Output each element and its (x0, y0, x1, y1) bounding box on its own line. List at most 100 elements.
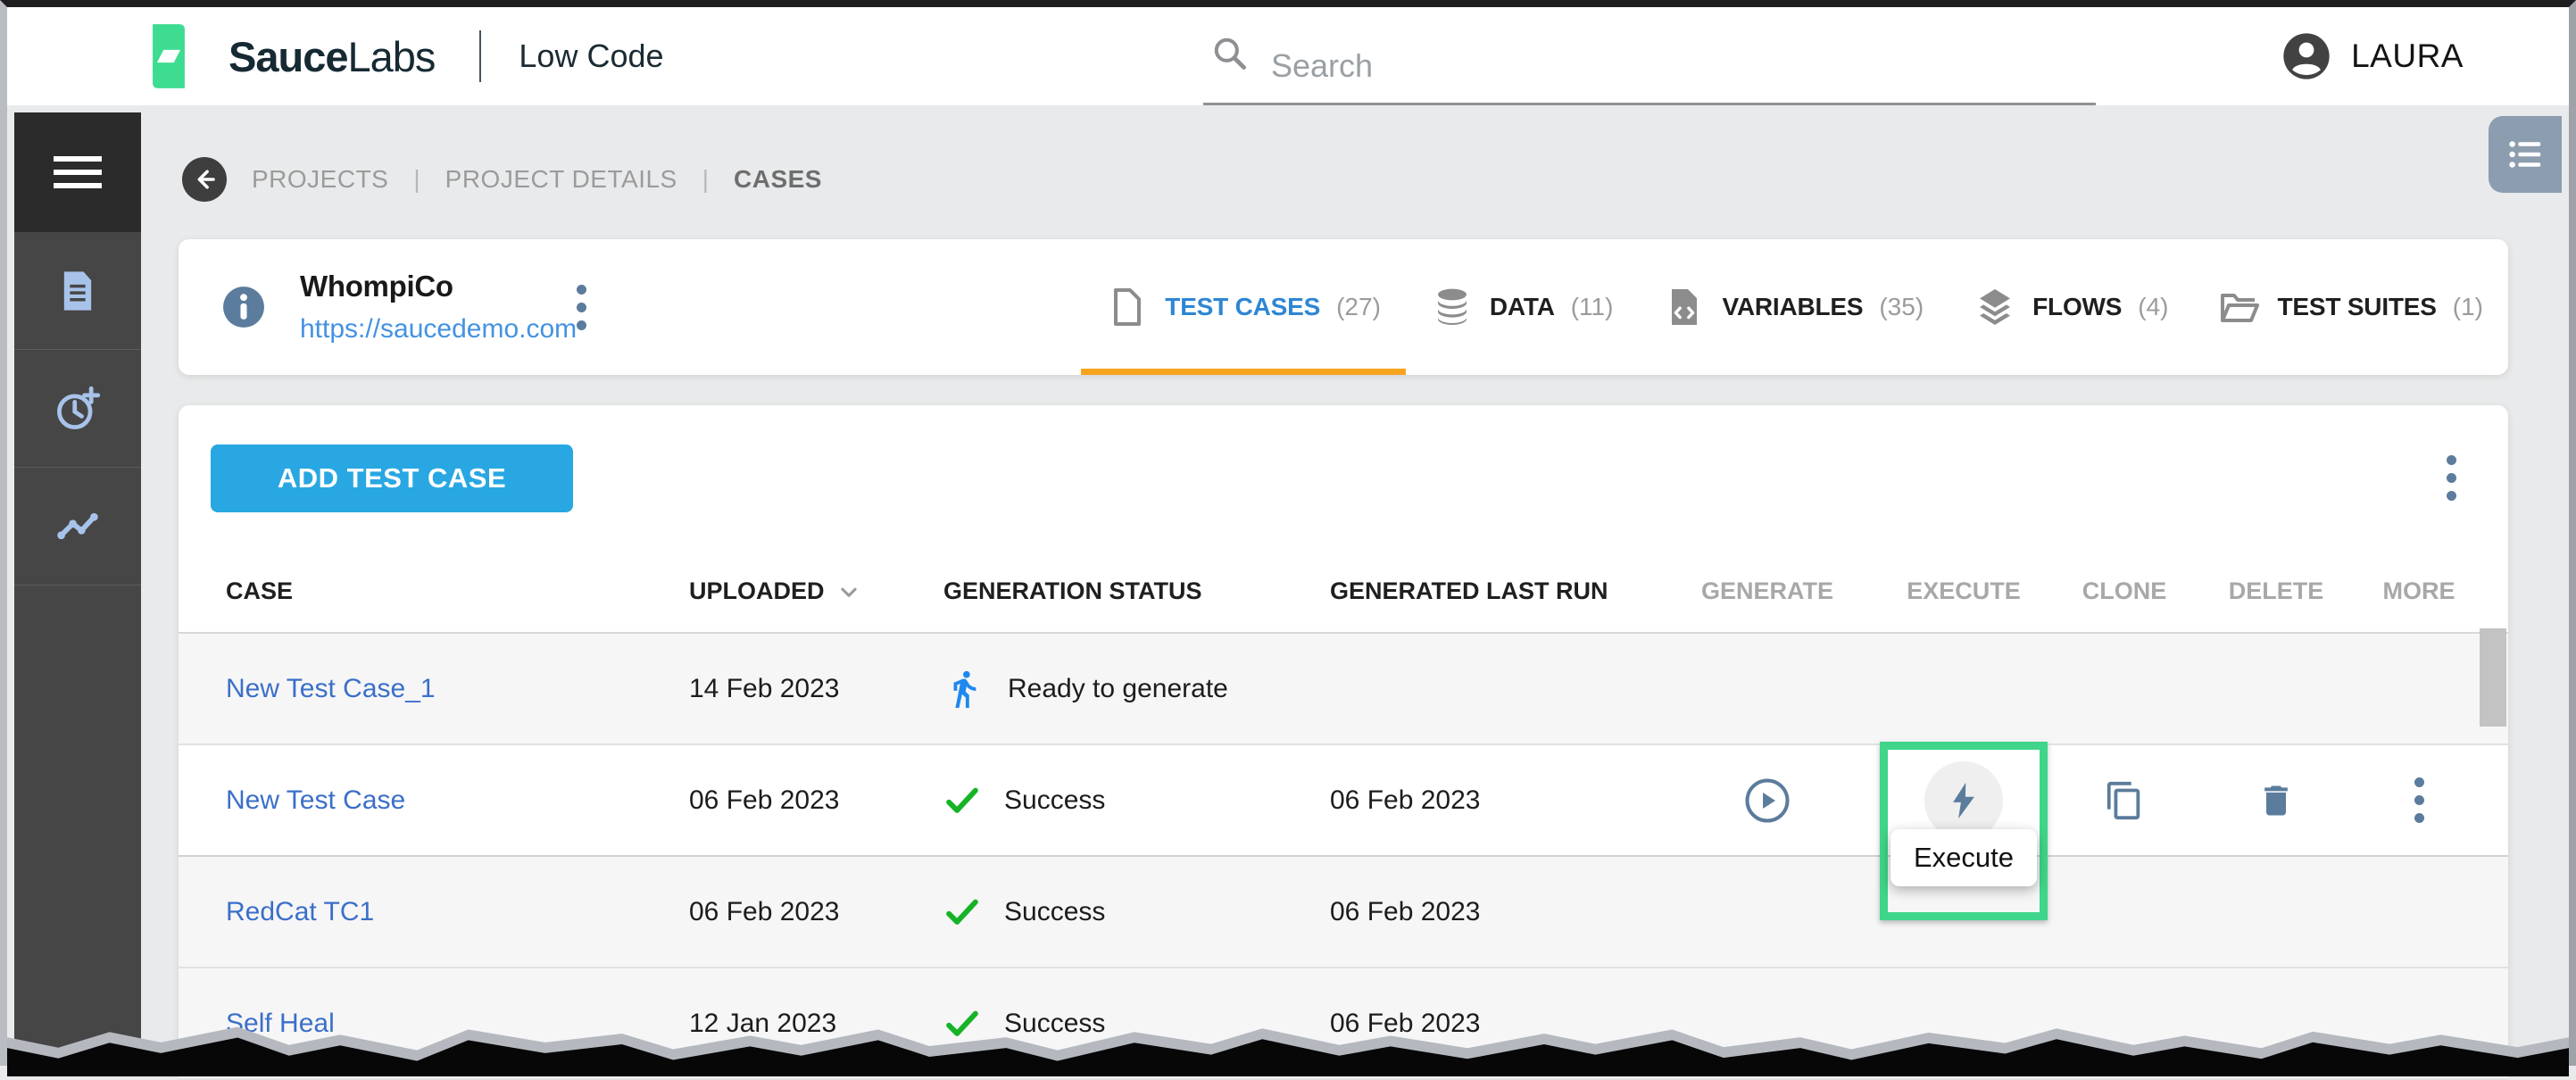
brand-name-light: Labs (347, 32, 436, 80)
scrollbar-thumb[interactable] (2480, 628, 2506, 727)
status-label: Success (1004, 896, 1106, 926)
copy-icon[interactable] (2104, 780, 2145, 821)
document-icon (63, 270, 92, 311)
tab-count: (1) (2452, 293, 2483, 320)
clock-plus-icon (57, 386, 101, 429)
search-box (1203, 7, 2096, 105)
case-link[interactable]: New Test Case_1 (226, 674, 436, 703)
hamburger-icon (54, 156, 102, 162)
execute-tooltip: Execute (1890, 829, 2038, 886)
case-link[interactable]: RedCat TC1 (226, 897, 374, 926)
table-row[interactable]: RedCat TC1 06 Feb 2023 Success 06 Feb 20… (179, 857, 2508, 968)
tab-label: TEST SUITES (2277, 293, 2437, 320)
status-label: Success (1004, 785, 1106, 815)
execute-cell: Execute (1880, 742, 2048, 920)
arrow-left-icon (197, 170, 215, 189)
brand-logo: SauceLabs Low Code (130, 7, 664, 105)
project-info: WhompiCo https://saucedemo.com (300, 270, 577, 345)
status-cell: Success (943, 893, 1330, 931)
column-label: UPLOADED (689, 577, 825, 604)
add-test-case-button[interactable]: ADD TEST CASE (211, 444, 573, 512)
torn-edge-decoration (7, 1014, 2569, 1076)
case-cell: New Test Case (226, 785, 689, 816)
column-execute: EXECUTE (1907, 577, 2021, 604)
table-toolbar: ADD TEST CASE (179, 405, 2508, 551)
breadcrumb-projects[interactable]: PROJECTS (252, 165, 388, 194)
saucelabs-logo-icon (153, 24, 185, 88)
column-uploaded[interactable]: UPLOADED (689, 577, 943, 607)
delete-cell (2205, 745, 2347, 855)
app-frame: SauceLabs Low Code LAURA (0, 0, 2576, 1080)
project-more-menu[interactable] (571, 279, 592, 336)
document-outline-icon (1114, 288, 1142, 326)
trash-icon[interactable] (2256, 781, 2296, 820)
product-name: Low Code (519, 37, 664, 74)
tab-count: (27) (1336, 293, 1381, 320)
table-row[interactable]: New Test Case_1 14 Feb 2023 Ready to gen… (179, 634, 2508, 745)
table-row[interactable]: New Test Case 06 Feb 2023 Success 06 Feb… (179, 742, 2508, 920)
sidebar-item-projects[interactable] (14, 232, 141, 350)
brand-name-bold: Sauce (229, 32, 348, 80)
layers-icon (1980, 289, 2011, 325)
tab-variables[interactable]: VARIABLES (35) (1638, 239, 1949, 375)
avatar (2283, 33, 2330, 79)
search-icon (1214, 37, 1246, 70)
folder-open-icon (2221, 294, 2260, 322)
column-more: MORE (2382, 577, 2456, 604)
test-cases-card: ADD TEST CASE CASE UPLOADED GENERATION S… (179, 405, 2508, 1080)
code-file-icon (1672, 289, 1698, 325)
status-cell: Ready to generate (943, 669, 1330, 710)
view-list-button[interactable] (2489, 116, 2562, 193)
breadcrumb-project-details[interactable]: PROJECT DETAILS (445, 165, 677, 194)
uploaded-cell: 06 Feb 2023 (689, 785, 840, 815)
success-check-icon (946, 787, 978, 813)
tab-data[interactable]: DATA (11) (1406, 239, 1639, 375)
tab-label: FLOWS (2032, 293, 2123, 320)
breadcrumb-cases: CASES (734, 165, 822, 193)
project-name: WhompiCo (300, 270, 453, 303)
uploaded-cell: 14 Feb 2023 (689, 673, 840, 703)
table-more-menu[interactable] (2441, 450, 2462, 506)
breadcrumb-separator: | (413, 165, 420, 193)
execute-button[interactable] (1924, 760, 2003, 840)
column-case[interactable]: CASE (226, 577, 689, 605)
tab-label: DATA (1489, 293, 1555, 320)
status-label: Ready to generate (1008, 673, 1228, 703)
case-cell: New Test Case_1 (226, 674, 689, 704)
menu-toggle-button[interactable] (14, 112, 141, 232)
info-icon[interactable] (221, 285, 266, 329)
table-header: CASE UPLOADED GENERATION STATUS GENERATE… (179, 551, 2508, 634)
column-generation-status[interactable]: GENERATION STATUS (943, 577, 1330, 605)
sidebar (14, 112, 141, 1066)
uploaded-cell: 06 Feb 2023 (689, 896, 840, 926)
case-cell: RedCat TC1 (226, 897, 689, 927)
user-menu[interactable]: LAURA (2281, 7, 2464, 105)
last-run-cell: 06 Feb 2023 (1330, 785, 1481, 815)
column-delete: DELETE (2228, 577, 2324, 604)
row-more-menu[interactable] (2409, 772, 2430, 828)
username: LAURA (2351, 37, 2464, 74)
search-input[interactable] (1203, 29, 2096, 105)
success-check-icon (946, 899, 978, 925)
tab-test-cases[interactable]: TEST CASES (27) (1081, 239, 1406, 375)
tab-flows[interactable]: FLOWS (4) (1949, 239, 2193, 375)
project-tabs: TEST CASES (27) DATA (11) VARIABLES (35)… (1081, 239, 2508, 375)
tab-label: VARIABLES (1722, 293, 1864, 320)
more-cell (2347, 745, 2490, 855)
sidebar-item-history[interactable] (14, 350, 141, 468)
sidebar-item-reports[interactable] (14, 468, 141, 586)
case-link[interactable]: New Test Case (226, 785, 405, 815)
tab-test-suites[interactable]: TEST SUITES (1) (2193, 239, 2508, 375)
breadcrumb: PROJECTS | PROJECT DETAILS | CASES (182, 157, 2562, 202)
project-url-link[interactable]: https://saucedemo.com (300, 314, 577, 345)
generate-play-icon[interactable] (1743, 777, 1791, 825)
back-button[interactable] (182, 157, 227, 202)
sort-desc-icon (834, 577, 864, 607)
column-generated-last-run[interactable]: GENERATED LAST RUN (1330, 577, 1651, 605)
list-icon (2509, 141, 2541, 168)
column-clone: CLONE (2082, 577, 2167, 604)
status-cell: Success (943, 782, 1330, 819)
run-icon (953, 670, 976, 708)
database-icon (1437, 288, 1467, 325)
tab-label: TEST CASES (1165, 293, 1321, 320)
